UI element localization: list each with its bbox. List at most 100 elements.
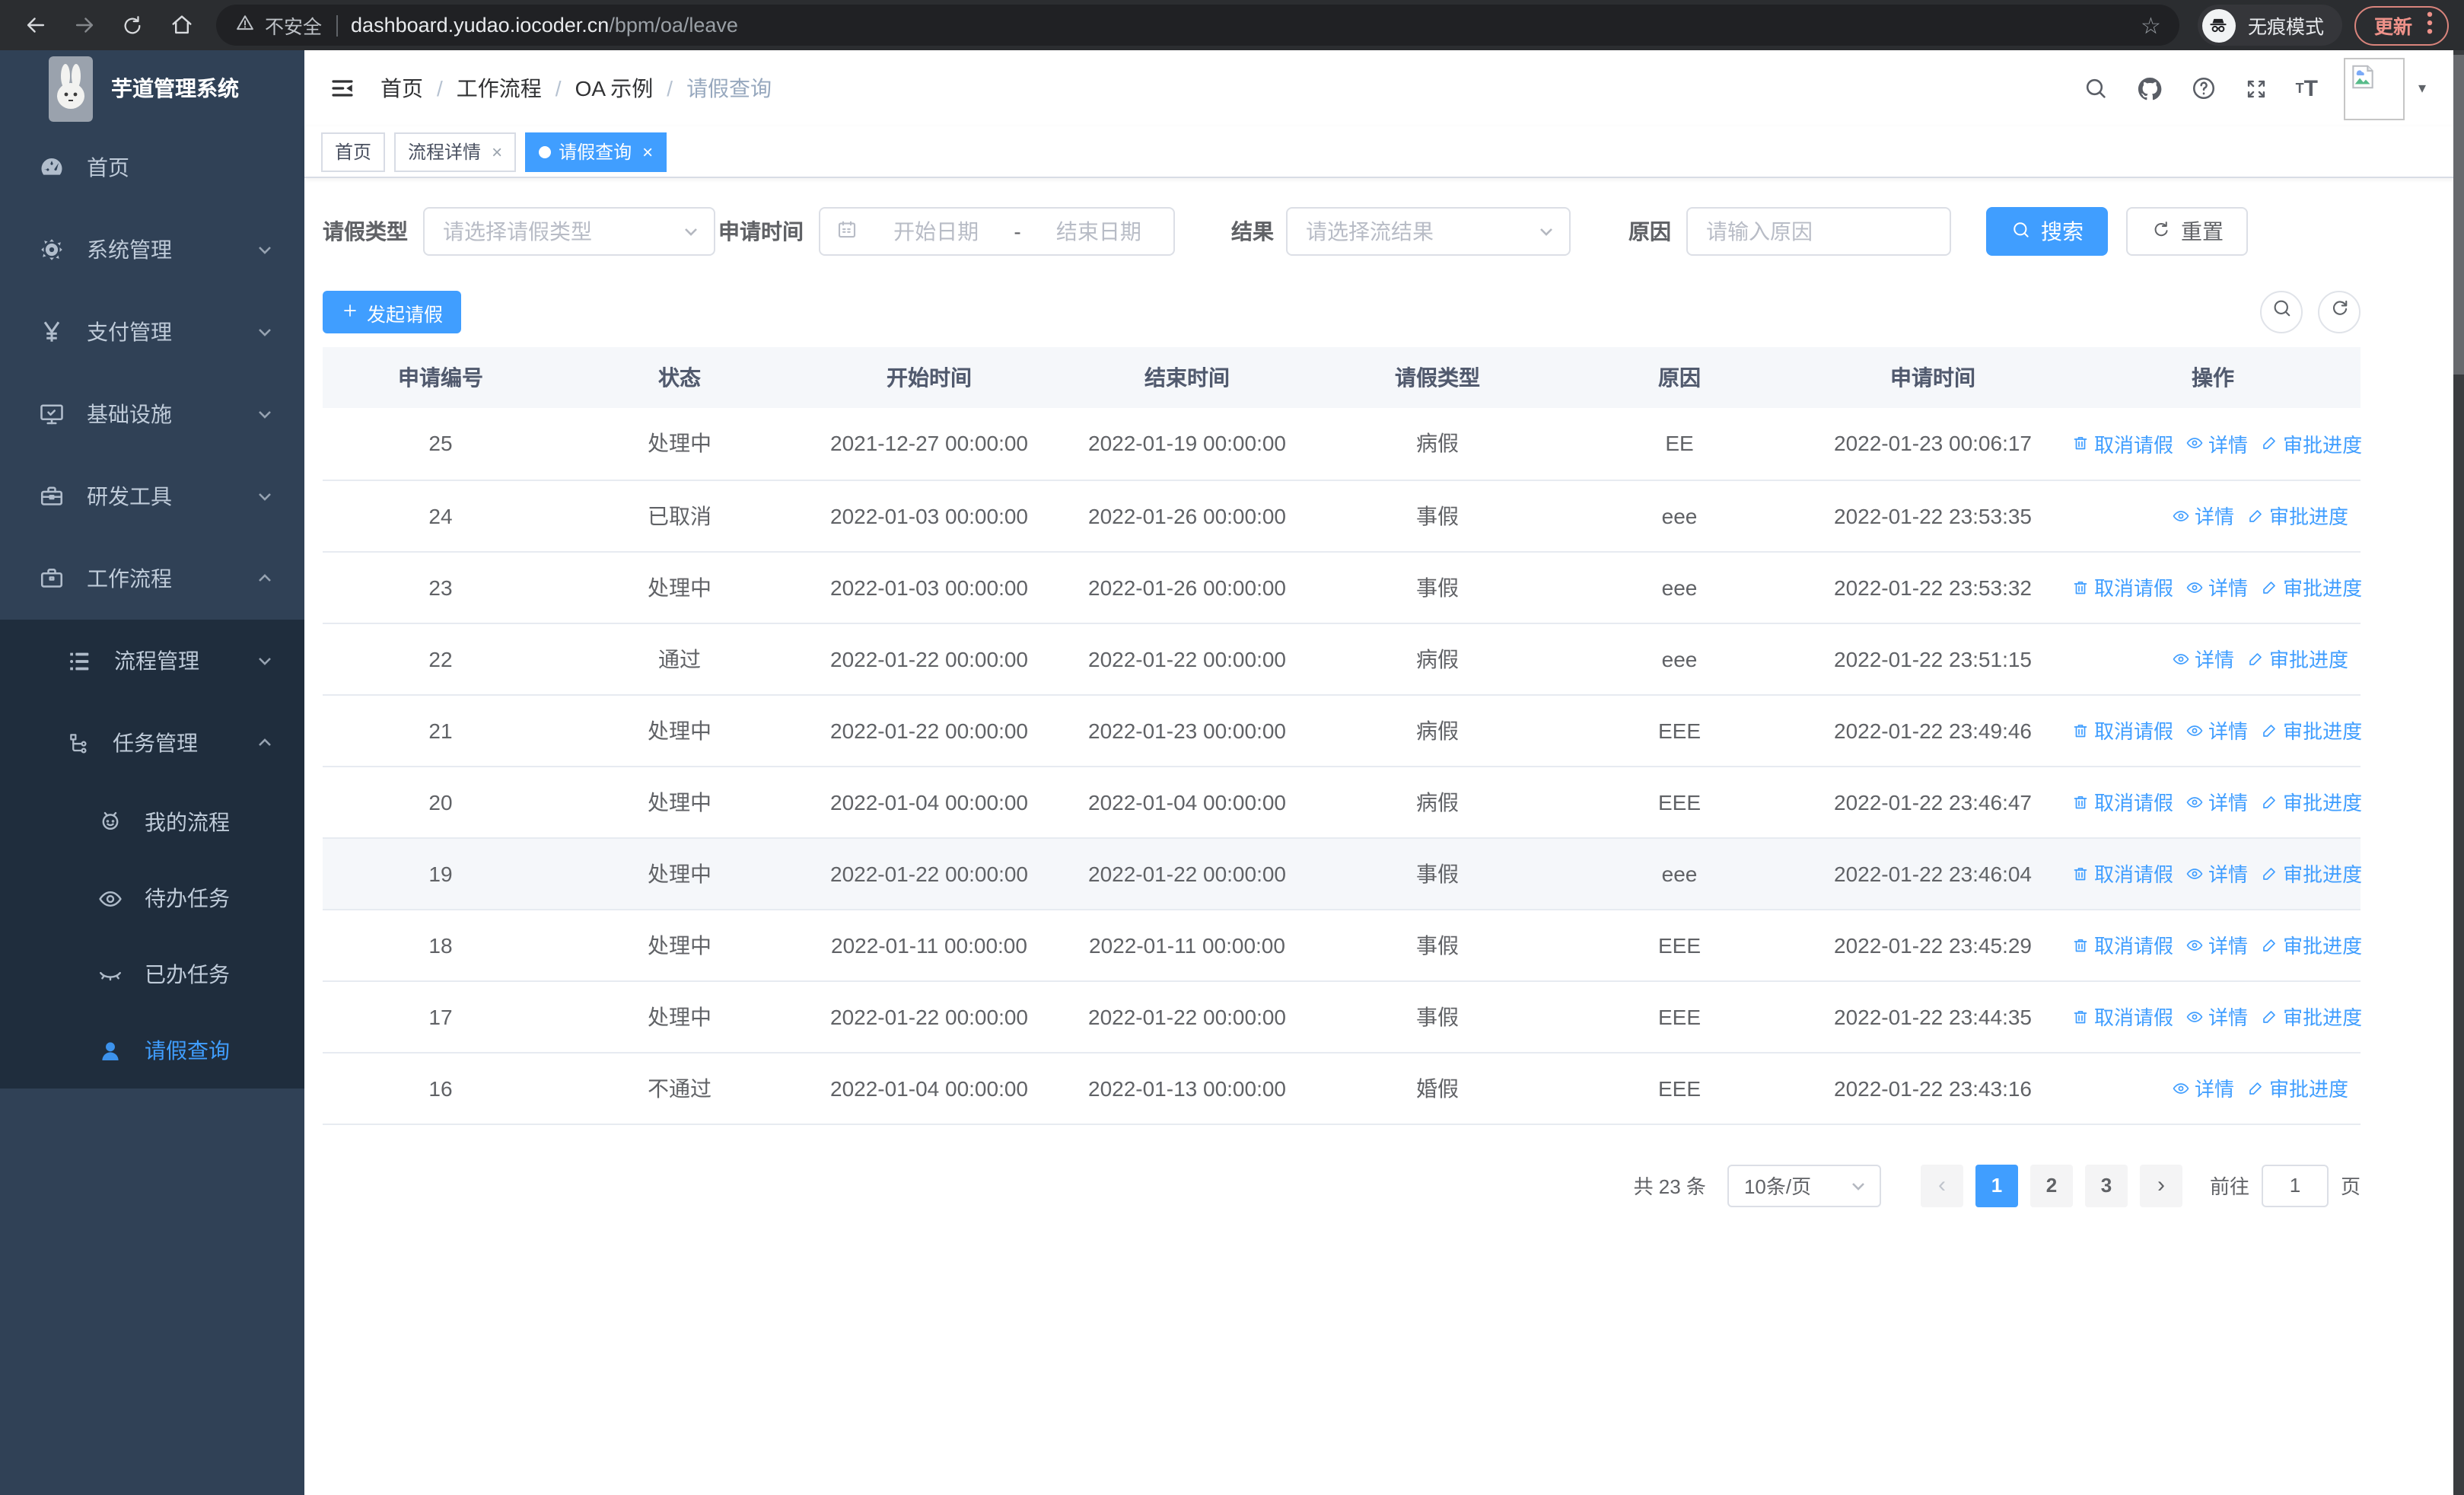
action-cancel-link[interactable]: 取消请假 [2071,716,2173,744]
sidebar-item-待办任务[interactable]: 待办任务 [0,860,304,936]
close-icon[interactable]: × [642,141,653,162]
refresh-icon [2150,218,2172,244]
apply-time-range-input[interactable]: 开始日期 - 结束日期 [819,207,1175,256]
refresh-table-button[interactable] [2318,291,2361,333]
action-progress-link[interactable]: 审批进度 [2246,644,2348,673]
table-row[interactable]: 21 处理中 2022-01-22 00:00:00 2022-01-23 00… [323,694,2362,767]
help-icon[interactable] [2191,75,2218,102]
toggle-search-button[interactable] [2260,291,2303,333]
action-detail-link[interactable]: 详情 [2172,1073,2234,1102]
action-progress-link[interactable]: 审批进度 [2260,716,2362,744]
back-icon[interactable] [15,5,55,45]
address-bar[interactable]: 不安全 dashboard.yudao.iocoder.cn/bpm/oa/le… [216,5,2179,46]
action-detail-link[interactable]: 详情 [2185,429,2248,458]
sidebar-item-基础设施[interactable]: 基础设施 [0,373,304,455]
page-button-1[interactable]: 1 [1975,1164,2018,1207]
font-size-icon[interactable]: TT [2296,77,2318,100]
action-progress-link[interactable]: 审批进度 [2260,930,2362,959]
action-progress-link[interactable]: 审批进度 [2260,572,2362,601]
table-row[interactable]: 23 处理中 2022-01-03 00:00:00 2022-01-26 00… [323,551,2362,623]
table-row[interactable]: 16 不通过 2022-01-04 00:00:00 2022-01-13 00… [323,1052,2361,1124]
tab-流程详情[interactable]: 流程详情 × [394,132,517,171]
scrollbar-thumb[interactable] [2453,55,2464,375]
sidebar-item-流程管理[interactable]: 流程管理 [0,620,304,702]
bookmark-star-icon[interactable]: ☆ [2141,11,2161,39]
page-size-select[interactable]: 10条/页 [1727,1164,1881,1207]
breadcrumb-item-首页[interactable]: 首页 [380,73,423,104]
forward-icon[interactable] [64,5,103,45]
sidebar-item-工作流程[interactable]: 工作流程 [0,537,304,620]
table-row[interactable]: 17 处理中 2022-01-22 00:00:00 2022-01-22 00… [323,980,2362,1053]
tab-首页[interactable]: 首页 [321,132,386,171]
sidebar-item-支付管理[interactable]: 支付管理 [0,291,304,373]
trash-icon [2071,578,2090,596]
sidebar-item-已办任务[interactable]: 已办任务 [0,936,304,1012]
table-row[interactable]: 20 处理中 2022-01-04 00:00:00 2022-01-04 00… [323,766,2362,838]
prev-page-button[interactable]: ‹ [1920,1164,1963,1207]
action-progress-link[interactable]: 审批进度 [2260,1002,2362,1031]
app-logo[interactable]: 芋道管理系统 [0,50,304,126]
action-progress-link[interactable]: 审批进度 [2260,429,2362,458]
action-detail-link[interactable]: 详情 [2185,930,2248,959]
next-page-button[interactable]: › [2139,1164,2182,1207]
breadcrumb-item-OA 示例[interactable]: OA 示例 [575,73,654,104]
omnibox-divider [336,14,338,36]
table-row[interactable]: 19 处理中 2022-01-22 00:00:00 2022-01-22 00… [323,837,2362,910]
sidebar-item-我的流程[interactable]: 我的流程 [0,784,304,860]
close-icon[interactable]: × [492,141,502,162]
home-icon[interactable] [161,5,201,45]
table-row[interactable]: 24 已取消 2022-01-03 00:00:00 2022-01-26 00… [323,480,2361,552]
search-icon[interactable] [2083,75,2110,102]
action-detail-link[interactable]: 详情 [2172,644,2234,673]
action-detail-link[interactable]: 详情 [2185,1002,2248,1031]
page-button-3[interactable]: 3 [2084,1164,2128,1207]
reload-icon[interactable] [113,5,152,45]
action-cancel-link[interactable]: 取消请假 [2071,787,2173,816]
action-detail-link[interactable]: 详情 [2185,787,2248,816]
sidebar-item-研发工具[interactable]: 研发工具 [0,455,304,537]
sidebar-item-系统管理[interactable]: 系统管理 [0,209,304,291]
reset-button[interactable]: 重置 [2126,207,2248,256]
sidebar-item-请假查询[interactable]: 请假查询 [0,1012,304,1089]
action-detail-link[interactable]: 详情 [2185,572,2248,601]
action-cancel-link[interactable]: 取消请假 [2071,930,2173,959]
action-cancel-link[interactable]: 取消请假 [2071,429,2173,458]
table-row[interactable]: 18 处理中 2022-01-11 00:00:00 2022-01-11 00… [323,909,2362,981]
menu-dots-icon[interactable] [2426,11,2434,40]
action-detail-link[interactable]: 详情 [2172,501,2234,530]
action-progress-link[interactable]: 审批进度 [2260,859,2362,888]
action-progress-link[interactable]: 审批进度 [2246,1073,2348,1102]
breadcrumb-item-工作流程[interactable]: 工作流程 [457,73,542,104]
fullscreen-icon[interactable] [2244,75,2270,101]
page-scrollbar[interactable] [2453,50,2464,1495]
goto-page-input[interactable] [2261,1164,2329,1207]
user-avatar[interactable] [2343,57,2405,120]
avatar-caret-icon[interactable]: ▾ [2418,80,2426,97]
result-select[interactable]: 请选择流结果 [1286,207,1571,256]
leave-type-select[interactable]: 请选择请假类型 [423,207,715,256]
security-chip[interactable]: 不安全 [234,11,322,40]
reset-button-label: 重置 [2181,219,2224,244]
github-icon[interactable] [2136,74,2165,103]
table-row[interactable]: 22 通过 2022-01-22 00:00:00 2022-01-22 00:… [323,623,2361,695]
action-detail-link[interactable]: 详情 [2185,716,2248,744]
action-detail-link[interactable]: 详情 [2185,859,2248,888]
tab-请假查询[interactable]: 请假查询 × [525,132,667,171]
sidebar-item-任务管理[interactable]: 任务管理 [0,702,304,784]
page-button-2[interactable]: 2 [2029,1164,2073,1207]
action-progress-link[interactable]: 审批进度 [2246,501,2348,530]
sidebar-item-首页[interactable]: 首页 [0,126,304,209]
reason-input[interactable]: 请输入原因 [1686,207,1951,256]
sidebar-fold-icon[interactable] [329,75,356,102]
start-date-placeholder: 开始日期 [893,219,979,244]
browser-update-button[interactable]: 更新 [2354,5,2449,45]
action-cancel-link[interactable]: 取消请假 [2071,859,2173,888]
reason-placeholder: 请输入原因 [1706,219,1813,244]
action-cancel-link[interactable]: 取消请假 [2071,1002,2173,1031]
action-cancel-link[interactable]: 取消请假 [2071,572,2173,601]
search-button[interactable]: 搜索 [1986,207,2108,256]
action-progress-link[interactable]: 审批进度 [2260,787,2362,816]
table-row[interactable]: 25 处理中 2021-12-27 00:00:00 2022-01-19 00… [323,408,2362,480]
create-leave-button[interactable]: 发起请假 [323,291,462,333]
goto-page: 前往 页 [2210,1164,2361,1207]
